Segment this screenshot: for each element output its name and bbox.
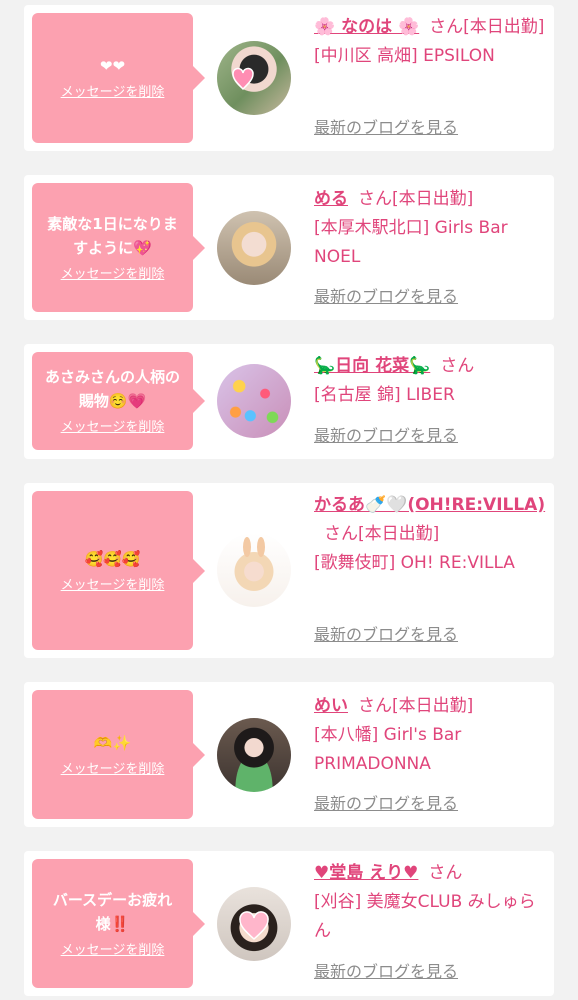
profile-photo-icon[interactable] (217, 41, 291, 115)
shop-location: [刈谷] 美魔女CLUB みしゅらん (314, 892, 536, 941)
cast-name-link[interactable]: めい (314, 696, 348, 716)
profile-photo-icon[interactable] (217, 533, 291, 607)
profile-photo-icon[interactable] (217, 364, 291, 438)
work-status: [本日出勤] (392, 696, 474, 716)
latest-blog-link[interactable]: 最新のブログを見る (314, 286, 458, 308)
message-card: 🥰🥰🥰 メッセージを削除 かるあ🍼🤍(OH!RE:VILLA) さん[本日出勤] … (24, 483, 554, 658)
message-text: 素敵な1日になりますように💖 (47, 214, 178, 257)
message-text: 🫶✨ (93, 733, 132, 752)
delete-message-link[interactable]: メッセージを削除 (61, 577, 165, 595)
message-bubble: 🥰🥰🥰 メッセージを削除 (32, 491, 205, 650)
shop-location: [名古屋 錦] LIBER (314, 385, 455, 405)
delete-message-link[interactable]: メッセージを削除 (61, 419, 165, 437)
message-bubble: バースデーお疲れ様‼️ メッセージを削除 (32, 859, 205, 988)
honorific: さん (358, 696, 392, 716)
message-text: あさみさんの人柄の賜物☺️💗 (44, 368, 180, 410)
message-bubble: 🫶✨ メッセージを削除 (32, 690, 205, 819)
honorific: さん (440, 356, 475, 376)
message-bubble: ❤❤ メッセージを削除 (32, 13, 205, 143)
cast-info: かるあ🍼🤍(OH!RE:VILLA) さん[本日出勤] [歌舞伎町] OH! RE… (314, 491, 548, 578)
message-card: 素敵な1日になりますように💖 メッセージを削除 める さん[本日出勤] [本厚木駅… (24, 175, 554, 320)
cast-info: める さん[本日出勤] [本厚木駅北口] Girls Bar NOEL (314, 185, 548, 272)
message-card: バースデーお疲れ様‼️ メッセージを削除 ♥堂島 えり♥ さん [刈谷] 美魔女C… (24, 851, 554, 996)
shop-location: [歌舞伎町] OH! RE:VILLA (314, 553, 515, 573)
heart-sticker-icon (239, 911, 269, 941)
honorific: さん (429, 17, 464, 37)
message-card: ❤❤ メッセージを削除 🌸 なのは 🌸 さん[本日出勤] [中川区 高畑] EPS… (24, 5, 554, 151)
work-status: [本日出勤] (392, 189, 474, 209)
profile-photo-icon[interactable] (217, 718, 291, 792)
delete-message-link[interactable]: メッセージを削除 (61, 84, 165, 102)
delete-message-link[interactable]: メッセージを削除 (61, 266, 165, 284)
cast-info: 🦕日向 花菜🦕 さん [名古屋 錦] LIBER (314, 352, 548, 410)
honorific: さん (358, 189, 392, 209)
message-bubble: 素敵な1日になりますように💖 メッセージを削除 (32, 183, 205, 312)
work-status: [本日出勤] (463, 17, 545, 37)
work-status: [本日出勤] (358, 524, 440, 544)
latest-blog-link[interactable]: 最新のブログを見る (314, 624, 458, 646)
message-text: ❤❤ (99, 57, 126, 75)
message-bubble: あさみさんの人柄の賜物☺️💗 メッセージを削除 (32, 352, 205, 450)
bunny-ears-icon (243, 537, 265, 557)
profile-photo-icon[interactable] (217, 887, 291, 961)
latest-blog-link[interactable]: 最新のブログを見る (314, 425, 458, 447)
cast-info: めい さん[本日出勤] [本八幡] Girl's Bar PRIMADONNA (314, 692, 548, 779)
profile-photo-icon[interactable] (217, 211, 291, 285)
message-text: バースデーお疲れ様‼️ (52, 890, 173, 933)
message-card: あさみさんの人柄の賜物☺️💗 メッセージを削除 🦕日向 花菜🦕 さん [名古屋 錦… (24, 344, 554, 459)
honorific: さん (428, 863, 463, 883)
latest-blog-link[interactable]: 最新のブログを見る (314, 961, 458, 983)
shop-location: [本厚木駅北口] Girls Bar NOEL (314, 218, 508, 267)
cast-name-link[interactable]: 🌸 なのは 🌸 (314, 17, 419, 37)
honorific: さん (324, 524, 358, 544)
heart-sticker-icon (232, 67, 254, 91)
shop-location: [中川区 高畑] EPSILON (314, 46, 495, 66)
message-card: 🫶✨ メッセージを削除 めい さん[本日出勤] [本八幡] Girl's Bar … (24, 682, 554, 827)
cast-name-link[interactable]: 🦕日向 花菜🦕 (314, 356, 430, 376)
cast-info: 🌸 なのは 🌸 さん[本日出勤] [中川区 高畑] EPSILON (314, 13, 548, 71)
delete-message-link[interactable]: メッセージを削除 (61, 942, 165, 960)
latest-blog-link[interactable]: 最新のブログを見る (314, 793, 458, 815)
shop-location: [本八幡] Girl's Bar PRIMADONNA (314, 725, 462, 774)
delete-message-link[interactable]: メッセージを削除 (61, 761, 165, 779)
cast-name-link[interactable]: ♥堂島 えり♥ (314, 863, 418, 883)
cast-name-link[interactable]: める (314, 189, 348, 209)
message-text: 🥰🥰🥰 (84, 549, 141, 568)
latest-blog-link[interactable]: 最新のブログを見る (314, 117, 458, 139)
cast-info: ♥堂島 えり♥ さん [刈谷] 美魔女CLUB みしゅらん (314, 859, 548, 946)
cast-name-link[interactable]: かるあ🍼🤍(OH!RE:VILLA) (314, 495, 545, 515)
